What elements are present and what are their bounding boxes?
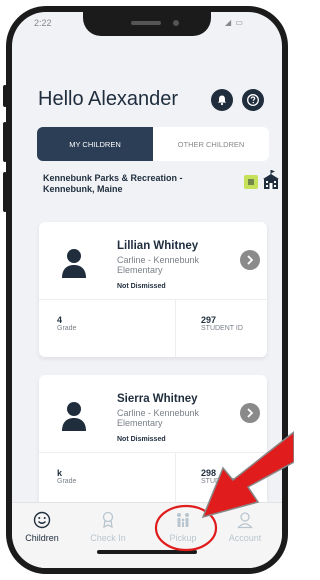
child-school: Carline - Kennebunk Elementary xyxy=(117,408,200,428)
status-time: 2:22 xyxy=(34,18,52,28)
bottom-nav: Children Check In Pickup Account xyxy=(12,502,282,568)
nav-account[interactable]: Account xyxy=(215,511,275,543)
speaker xyxy=(131,21,161,25)
greeting-title: Hello Alexander xyxy=(38,88,179,110)
dismissal-status: Not Dismissed xyxy=(117,283,166,290)
phone-notch xyxy=(83,12,211,36)
tab-my-children[interactable]: MY CHILDREN xyxy=(37,127,153,161)
student-id-label: STUDENT ID xyxy=(201,325,243,332)
child-name: Sierra Whitney xyxy=(117,393,198,405)
card-divider-vertical xyxy=(175,299,176,357)
person-icon xyxy=(62,402,86,431)
child-card[interactable]: Lillian Whitney Carline - Kennebunk Elem… xyxy=(39,222,267,357)
card-divider xyxy=(39,452,267,453)
student-id-value: 297 xyxy=(201,315,217,325)
user-icon xyxy=(237,512,253,529)
open-child-button[interactable] xyxy=(240,250,260,270)
grade-value: 4 xyxy=(57,315,63,325)
bell-icon xyxy=(218,95,226,106)
nav-check-in[interactable]: Check In xyxy=(78,511,138,543)
organization-name: Kennebunk Parks & Recreation - Kennebunk… xyxy=(43,173,183,194)
camera xyxy=(173,20,179,26)
nav-children-label: Children xyxy=(25,533,59,543)
notification-button[interactable] xyxy=(211,89,233,111)
grade-label: Grade xyxy=(57,478,77,485)
tab-other-children[interactable]: OTHER CHILDREN xyxy=(153,127,269,161)
person-icon xyxy=(62,249,86,278)
chevron-right-icon xyxy=(247,255,254,265)
help-icon xyxy=(247,94,259,106)
help-button[interactable] xyxy=(242,89,264,111)
student-id-value: 298 xyxy=(201,468,217,478)
dismissal-status: Not Dismissed xyxy=(117,436,166,443)
family-icon xyxy=(177,513,189,527)
child-name: Lillian Whitney xyxy=(117,240,199,252)
smiley-icon xyxy=(33,511,51,529)
status-indicators: ◢ ▭ xyxy=(225,18,244,27)
school-building-icon[interactable] xyxy=(262,170,280,190)
badge-icon xyxy=(102,511,114,529)
student-id-label: STUDENT ID xyxy=(201,478,243,485)
nav-pickup-label: Pickup xyxy=(169,533,197,543)
open-child-button[interactable] xyxy=(240,403,260,423)
app-screen: 2:22 ◢ ▭ Hello Alexander MY CHILDREN OTH… xyxy=(12,12,282,568)
card-divider xyxy=(39,299,267,300)
children-tabs: MY CHILDREN OTHER CHILDREN xyxy=(37,127,269,161)
grade-value: k xyxy=(57,468,63,478)
grade-label: Grade xyxy=(57,325,77,332)
nav-children[interactable]: Children xyxy=(12,511,72,543)
nav-account-label: Account xyxy=(228,533,262,543)
nav-pickup[interactable]: Pickup xyxy=(153,511,213,543)
child-school: Carline - Kennebunk Elementary xyxy=(117,255,200,275)
home-indicator xyxy=(97,550,197,554)
chevron-right-icon xyxy=(247,408,254,418)
nav-check-in-label: Check In xyxy=(90,533,126,543)
child-card[interactable]: Sierra Whitney Carline - Kennebunk Eleme… xyxy=(39,375,267,510)
list-icon[interactable] xyxy=(244,175,258,189)
